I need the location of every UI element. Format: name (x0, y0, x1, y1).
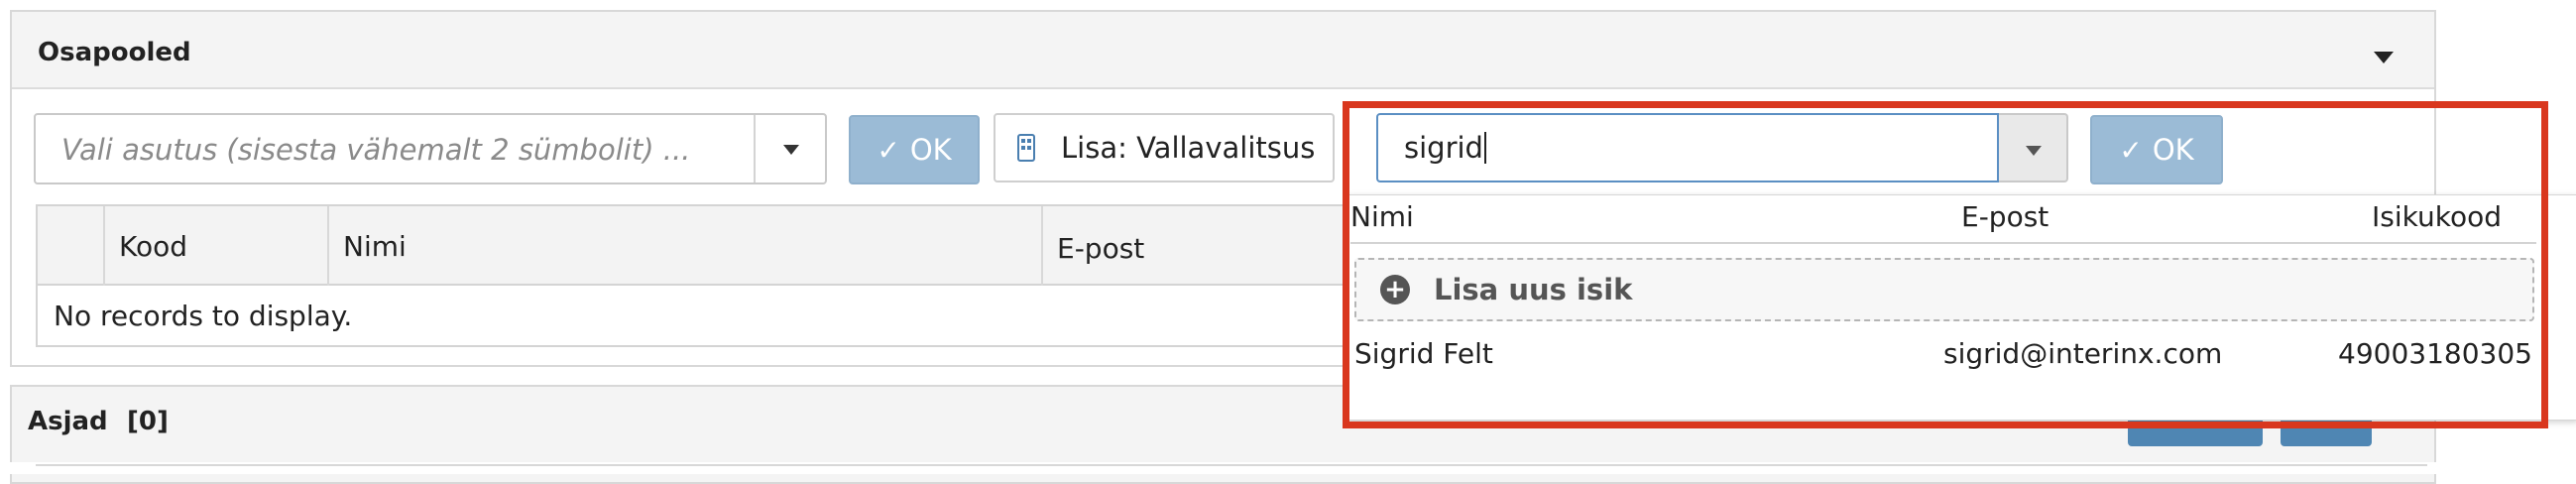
column-separator (103, 206, 105, 286)
collapse-chevron-icon[interactable] (2374, 52, 2394, 63)
column-separator (1041, 206, 1043, 286)
add-municipality-button[interactable]: Lisa: Vallavalitsus (994, 113, 1335, 182)
add-municipality-label: Lisa: Vallavalitsus (1061, 131, 1316, 165)
osapooled-title: Osapooled (38, 38, 191, 67)
osapooled-header[interactable] (12, 12, 2434, 89)
building-icon (1017, 134, 1035, 162)
organization-ok-label: OK (909, 133, 952, 167)
column-header-kood[interactable]: Kood (119, 230, 187, 263)
asjad-table-top-border (36, 464, 2427, 466)
organization-ok-button[interactable]: ✓ OK (849, 115, 980, 184)
column-header-epost[interactable]: E-post (1057, 232, 1144, 265)
asjad-count-badge: [0] (127, 407, 169, 436)
combobox-dropdown-arrow-icon[interactable] (783, 145, 799, 155)
participants-table-header (38, 206, 1422, 286)
checkmark-icon: ✓ (877, 133, 900, 167)
asjad-title: Asjad (28, 407, 108, 436)
column-header-nimi[interactable]: Nimi (343, 230, 407, 263)
organization-combobox[interactable]: Vali asutus (sisesta vähemalt 2 sümbolit… (34, 113, 827, 184)
column-separator (327, 206, 329, 286)
highlight-frame (1343, 101, 2548, 428)
empty-table-message: No records to display. (54, 300, 353, 332)
combobox-divider (754, 115, 756, 182)
organization-combobox-placeholder: Vali asutus (sisesta vähemalt 2 sümbolit… (61, 133, 691, 167)
